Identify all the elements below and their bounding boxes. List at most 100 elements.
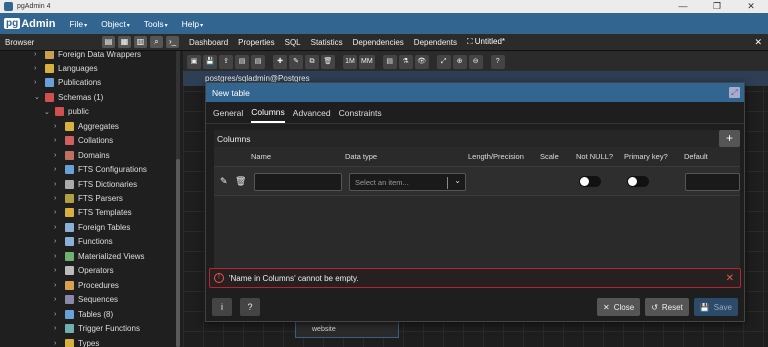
close-window-button[interactable]: ✕ [734,0,768,13]
tree-item[interactable]: › Publications [34,76,101,90]
erd-toolbar-button[interactable]: ✎ [289,54,303,69]
terminal-icon[interactable]: ›_ [166,36,179,48]
close-error-icon[interactable]: ✕ [726,273,734,284]
dialog-tab-advanced[interactable]: Advanced [293,104,331,122]
chevron-icon[interactable]: › [54,267,62,274]
chevron-icon[interactable]: › [54,238,62,245]
erd-toolbar-button[interactable]: ▤ [382,54,397,69]
menu-tools[interactable]: Tools▾ [144,19,168,29]
tree-item[interactable]: › FTS Parsers [54,192,123,206]
chevron-icon[interactable]: › [54,195,62,202]
trash-icon[interactable]: 🗑 [235,176,246,187]
tree-item[interactable]: › Sequences [54,293,118,307]
chevron-icon[interactable]: › [54,152,62,159]
chevron-icon[interactable]: › [34,79,42,86]
tab-sql[interactable]: SQL [285,38,301,47]
chevron-icon[interactable]: ⌄ [34,93,42,101]
tab-untitled-erd[interactable]: ⛶ Untitled* [467,37,505,47]
tree-item[interactable]: › Materialized Views [54,249,145,263]
erd-toolbar-button[interactable]: 🗑 [321,54,335,69]
tree-item[interactable]: ⌄ Schemas (1) [34,90,103,104]
erd-toolbar-button[interactable]: ⊕ [452,54,467,69]
menu-file[interactable]: File▾ [69,19,87,29]
erd-toolbar-button[interactable]: ⧉ [305,54,319,69]
reset-button[interactable]: ↺ Reset [645,298,689,316]
tree-item[interactable]: › Foreign Data Wrappers [34,51,141,61]
add-column-button[interactable]: + [719,130,740,147]
tab-dependencies[interactable]: Dependencies [353,38,404,47]
close-button[interactable]: ✕ Close [597,298,641,316]
tree-item[interactable]: › Trigger Functions [54,322,140,336]
dialog-titlebar[interactable]: New table ⤢ [206,83,744,102]
tree-item[interactable]: › FTS Templates [54,206,132,220]
tree-item[interactable]: › FTS Configurations [54,163,147,177]
tree-item[interactable]: › Types [54,336,99,347]
tree-item[interactable]: › Tables (8) [54,307,113,321]
erd-toolbar-button[interactable]: ⇪ [219,54,233,69]
tree-item[interactable]: › Aggregates [54,119,119,133]
chevron-icon[interactable]: › [54,282,62,289]
erd-toolbar-button[interactable]: MM [359,54,375,69]
chevron-down-icon[interactable]: ⌄ [454,176,461,185]
tree-item[interactable]: › Procedures [54,278,119,292]
not-null-toggle[interactable] [579,176,601,187]
chevron-icon[interactable]: › [54,181,62,188]
erd-toolbar-button[interactable]: ? [490,54,505,69]
dialog-tab-general[interactable]: General [213,104,243,122]
maximize-button[interactable]: ❐ [700,0,734,13]
erd-toolbar-button[interactable]: 1M [343,54,357,69]
chevron-icon[interactable]: ⌄ [44,108,52,116]
chevron-icon[interactable]: › [54,325,62,332]
tree-item[interactable]: › Functions [54,235,113,249]
chevron-icon[interactable]: › [54,166,62,173]
database-icon[interactable]: ▤ [102,36,115,48]
erd-toolbar-button[interactable]: ⊖ [468,54,483,69]
chevron-icon[interactable]: › [54,224,62,231]
chevron-icon[interactable]: › [54,340,62,347]
scrollbar-thumb[interactable] [176,159,180,347]
chevron-icon[interactable]: › [54,209,62,216]
erd-toolbar-button[interactable]: 👁 [414,54,429,69]
dialog-tab-constraints[interactable]: Constraints [339,104,382,122]
tree-scrollbar[interactable] [176,51,180,347]
tree-item[interactable]: › Domains [54,148,110,162]
tab-dashboard[interactable]: Dashboard [189,38,228,47]
view-data-icon[interactable]: ▥ [134,36,147,48]
chevron-icon[interactable]: › [54,311,62,318]
tab-dependents[interactable]: Dependents [414,38,457,47]
primary-key-toggle[interactable] [627,176,649,187]
help-button[interactable]: ? [240,298,260,316]
menu-object[interactable]: Object▾ [101,19,130,29]
expand-icon[interactable]: ⤢ [729,87,740,98]
column-name-input[interactable] [254,173,342,191]
erd-toolbar-button[interactable]: 💾 [203,54,217,69]
dialog-tab-columns[interactable]: Columns [251,103,285,123]
tree-item[interactable]: ⌄ public [44,105,89,119]
info-button[interactable]: i [212,298,232,316]
erd-toolbar-button[interactable]: ▤ [235,54,249,69]
tree-item[interactable]: › Foreign Tables [54,220,130,234]
menu-help[interactable]: Help▾ [182,19,204,29]
chevron-icon[interactable]: › [54,123,62,130]
erd-toolbar-button[interactable]: ⤢ [436,54,451,69]
chevron-icon[interactable]: › [54,296,62,303]
chevron-icon[interactable]: › [34,51,42,58]
table-icon[interactable]: ▦ [118,36,131,48]
tab-properties[interactable]: Properties [238,38,274,47]
erd-toolbar-button[interactable]: ▣ [187,54,201,69]
search-icon[interactable]: ⌕ [150,36,163,48]
erd-table-entity[interactable]: website [295,320,399,338]
chevron-icon[interactable]: › [54,137,62,144]
erd-toolbar-button[interactable]: ▤ [251,54,265,69]
tree-item[interactable]: › Operators [54,264,114,278]
edit-icon[interactable]: ✎ [220,176,228,187]
tree-item[interactable]: › FTS Dictionaries [54,177,137,191]
erd-toolbar-button[interactable]: ⚗ [398,54,413,69]
erd-toolbar-button[interactable]: ✚ [273,54,287,69]
tree-item[interactable]: › Languages [34,61,98,75]
data-type-select[interactable]: Select an item... ⌄ [349,173,466,191]
chevron-icon[interactable]: › [54,253,62,260]
chevron-icon[interactable]: › [34,65,42,72]
save-button[interactable]: 💾 Save [693,298,738,316]
minimize-button[interactable]: — [666,0,700,13]
